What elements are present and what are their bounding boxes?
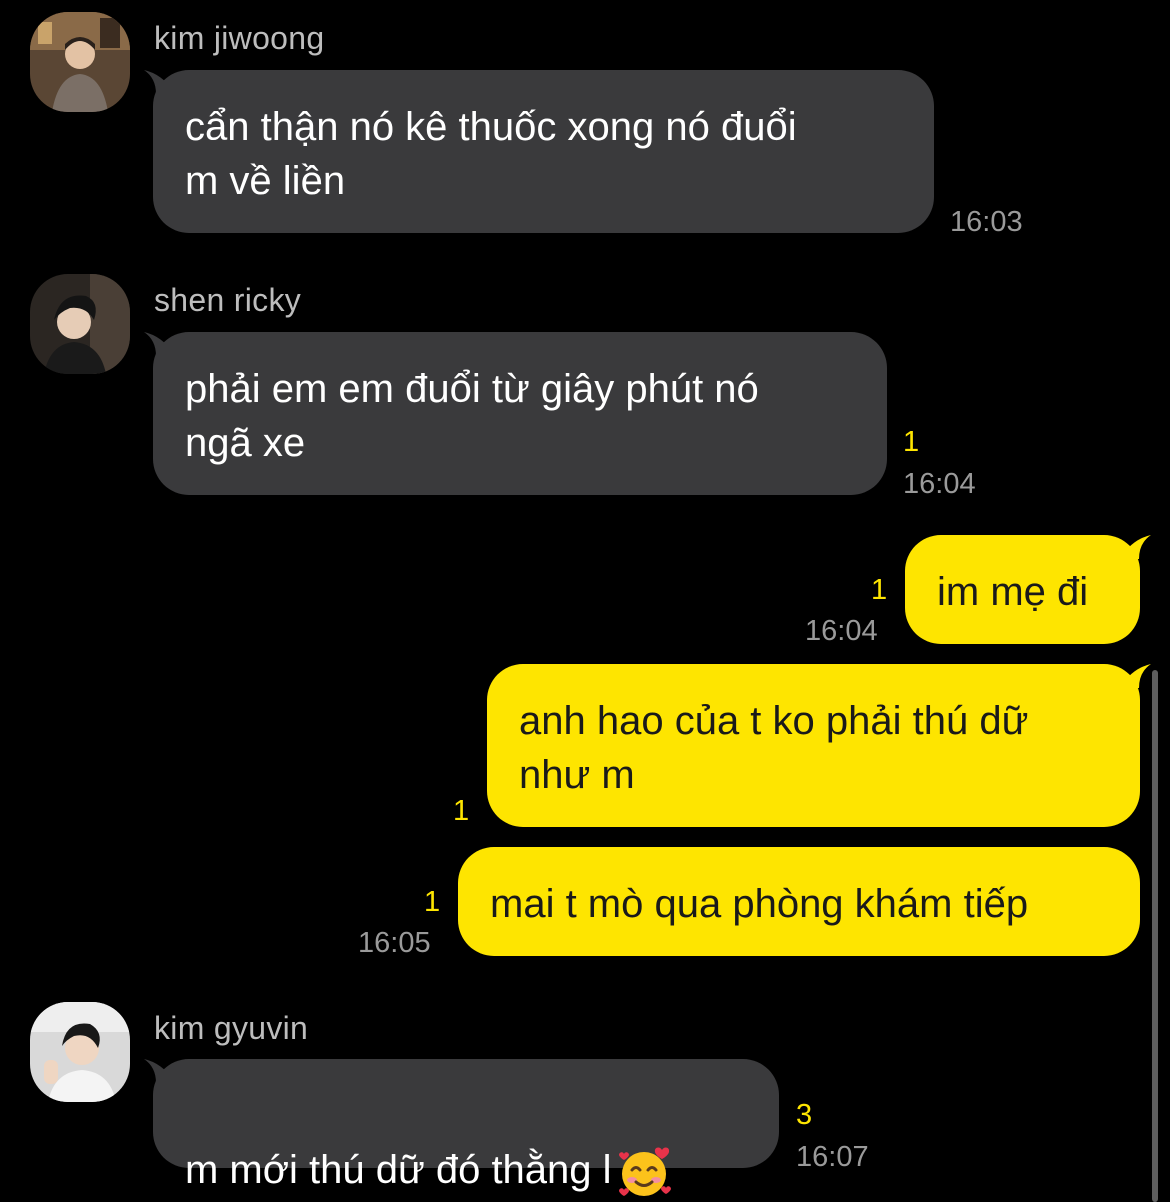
unread-count: 1	[453, 795, 470, 827]
sender-name: kim jiwoong	[154, 20, 325, 56]
message-timestamp: 16:05	[358, 927, 431, 959]
message-bubble[interactable]: anh hao của t ko phải thú dữ như m	[487, 664, 1140, 827]
message-bubble[interactable]: m mới thú dữ đó thằng l	[153, 1059, 779, 1197]
message-text: m mới thú dữ đó thằng l	[185, 1148, 612, 1192]
smiling-face-with-hearts-icon	[618, 1147, 671, 1197]
avatar[interactable]	[30, 274, 130, 374]
message-timestamp: 16:03	[950, 206, 1023, 238]
unread-count: 1	[903, 426, 920, 458]
unread-count: 1	[871, 574, 888, 606]
sender-name: shen ricky	[154, 282, 302, 318]
message-bubble[interactable]: phải em em đuổi từ giây phút nó ngã xe	[153, 332, 887, 495]
message-timestamp: 16:04	[903, 468, 976, 500]
unread-count: 1	[424, 886, 441, 918]
message-timestamp: 16:07	[796, 1141, 869, 1173]
scrollbar[interactable]	[1152, 670, 1158, 1202]
message-bubble[interactable]: mai t mò qua phòng khám tiếp	[458, 847, 1140, 956]
unread-count: 3	[796, 1099, 813, 1131]
avatar[interactable]	[30, 12, 130, 112]
message-bubble[interactable]: cẩn thận nó kê thuốc xong nó đuổi m về l…	[153, 70, 934, 233]
sender-name: kim gyuvin	[154, 1010, 309, 1046]
avatar[interactable]	[30, 1002, 130, 1102]
message-bubble[interactable]: im mẹ đi	[905, 535, 1140, 644]
message-timestamp: 16:04	[805, 615, 878, 647]
